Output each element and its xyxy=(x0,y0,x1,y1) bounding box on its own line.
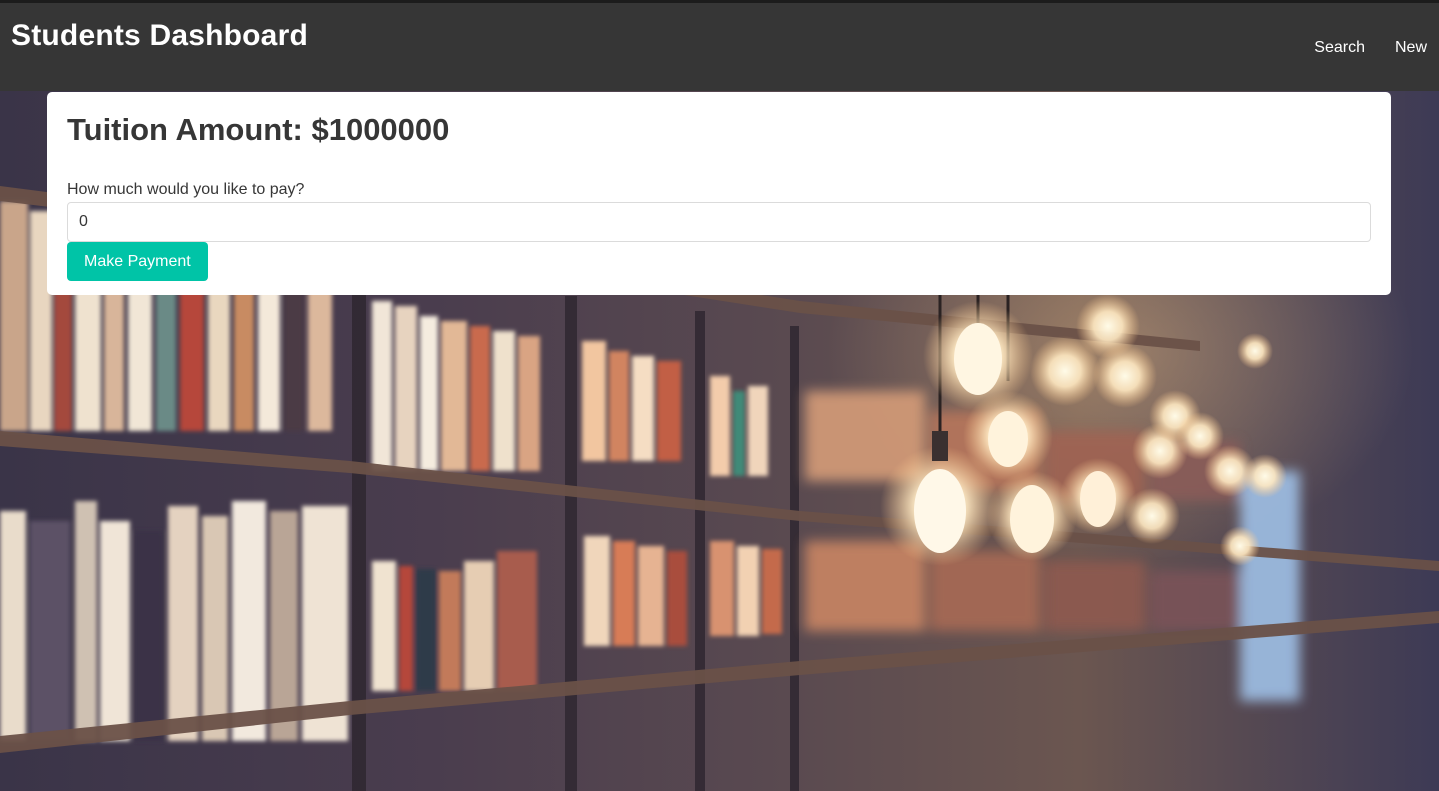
nav-link-new[interactable]: New xyxy=(1395,39,1427,57)
nav-links: Search New xyxy=(1314,39,1427,57)
payment-amount-label: How much would you like to pay? xyxy=(67,181,305,198)
tuition-amount-title: Tuition Amount: $1000000 xyxy=(67,112,450,147)
make-payment-button[interactable]: Make Payment xyxy=(67,242,208,281)
payment-card: Tuition Amount: $1000000 How much would … xyxy=(47,92,1391,295)
payment-amount-input[interactable] xyxy=(67,202,1371,242)
nav-link-search[interactable]: Search xyxy=(1314,39,1365,57)
navbar-brand[interactable]: Students Dashboard xyxy=(11,19,308,53)
navbar: Students Dashboard Search New xyxy=(0,0,1439,91)
